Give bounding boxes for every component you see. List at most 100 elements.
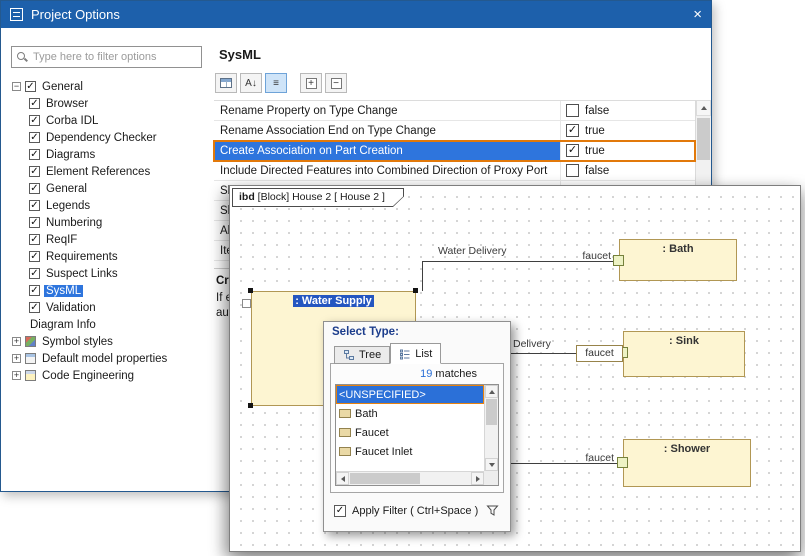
type-list: <UNSPECIFIED> Bath Faucet Faucet Inlet <box>335 384 499 486</box>
filter-options-box[interactable] <box>11 46 202 68</box>
checkbox[interactable]: ✓ <box>25 81 36 92</box>
scroll-right-button[interactable] <box>471 472 484 485</box>
tree-item-code-engineering[interactable]: + Code Engineering <box>9 367 209 384</box>
tree-item-diagrams[interactable]: ✓ Diagrams <box>9 146 209 163</box>
categorized-view-button[interactable] <box>215 73 237 93</box>
tab-label: Tree <box>359 349 381 361</box>
scroll-down-button[interactable] <box>485 458 498 471</box>
collapse-icon[interactable]: − <box>12 82 21 91</box>
tree-item-browser[interactable]: ✓ Browser <box>9 95 209 112</box>
scroll-left-button[interactable] <box>336 472 349 485</box>
option-row-create-association[interactable]: Create Association on Part Creation ✓ tr… <box>214 141 695 161</box>
checkbox[interactable]: ✓ <box>566 124 579 137</box>
options-toolbar: A↓ ≡ + − <box>215 73 347 93</box>
part-name-editing[interactable]: : Water Supply <box>293 295 374 307</box>
tree-item-sysml[interactable]: ✓ SysML <box>9 282 209 299</box>
checkbox[interactable]: ✓ <box>29 251 40 262</box>
connector-water-delivery-bath[interactable] <box>422 261 423 291</box>
port-faucet-shower[interactable] <box>617 457 628 468</box>
list-horizontal-scrollbar[interactable] <box>336 471 484 485</box>
checkbox[interactable]: ✓ <box>29 149 40 160</box>
list-item-bath[interactable]: Bath <box>336 404 484 423</box>
tree-item-corba-idl[interactable]: ✓ Corba IDL <box>9 112 209 129</box>
tree-item-validation[interactable]: ✓ Validation <box>9 299 209 316</box>
expand-icon[interactable]: + <box>12 371 21 380</box>
port-label[interactable]: faucet <box>572 452 614 464</box>
list-item-faucet[interactable]: Faucet <box>336 423 484 442</box>
checkbox[interactable]: ✓ <box>29 268 40 279</box>
tree-item-element-references[interactable]: ✓ Element References <box>9 163 209 180</box>
diagram-frame-header[interactable]: ibd [Block] House 2 [ House 2 ] <box>232 188 404 207</box>
search-icon <box>17 52 28 63</box>
checkbox[interactable]: ✓ <box>29 234 40 245</box>
dialog-title-bar[interactable]: Project Options × <box>1 1 711 28</box>
tree-item-reqif[interactable]: ✓ ReqIF <box>9 231 209 248</box>
expand-icon[interactable]: + <box>12 354 21 363</box>
tree-item-numbering[interactable]: ✓ Numbering <box>9 214 209 231</box>
option-row[interactable]: Rename Property on Type Change false <box>214 101 695 121</box>
tree-item-general-root[interactable]: − ✓ General <box>9 78 209 95</box>
part-sink[interactable]: : Sink <box>623 331 745 377</box>
port-label-box[interactable]: faucet <box>576 345 623 362</box>
tab-list[interactable]: List <box>390 343 441 364</box>
screen: Project Options × − ✓ General ✓ Browser <box>0 0 805 556</box>
option-property: Rename Property on Type Change <box>214 101 560 120</box>
part-bath[interactable]: : Bath <box>619 239 737 281</box>
connector-label[interactable]: Delivery <box>513 338 551 350</box>
part-shower[interactable]: : Shower <box>623 439 751 487</box>
collapse-all-button[interactable]: − <box>325 73 347 93</box>
checkbox[interactable]: ✓ <box>29 217 40 228</box>
selection-handle[interactable] <box>248 288 253 293</box>
tree-item-requirements[interactable]: ✓ Requirements <box>9 248 209 265</box>
tree-item-suspect-links[interactable]: ✓ Suspect Links <box>9 265 209 282</box>
filter-input[interactable] <box>33 51 196 63</box>
checkbox[interactable]: ✓ <box>29 132 40 143</box>
close-icon[interactable]: × <box>693 7 702 22</box>
tree-item-label: SysML <box>44 285 83 297</box>
tree-item-default-model-properties[interactable]: + Default model properties <box>9 350 209 367</box>
checkbox[interactable] <box>566 104 579 117</box>
apply-filter-checkbox[interactable]: ✓ <box>334 505 346 517</box>
checkbox[interactable]: ✓ <box>29 200 40 211</box>
tree-item-symbol-styles[interactable]: + Symbol styles <box>9 333 209 350</box>
scrollbar-thumb[interactable] <box>697 118 710 160</box>
expand-all-button[interactable]: + <box>300 73 322 93</box>
tree-item-label: Numbering <box>44 217 104 229</box>
expand-icon[interactable]: + <box>12 337 21 346</box>
tree-item-diagram-info[interactable]: Diagram Info <box>9 316 209 333</box>
tab-tree[interactable]: Tree <box>334 346 390 364</box>
checkbox[interactable]: ✓ <box>29 98 40 109</box>
show-description-button[interactable]: ≡ <box>265 73 287 93</box>
block-icon <box>339 447 351 456</box>
scrollbar-thumb[interactable] <box>486 399 497 425</box>
tree-item-general[interactable]: ✓ General <box>9 180 209 197</box>
checkbox[interactable]: ✓ <box>29 115 40 126</box>
symbol-styles-icon <box>25 336 36 347</box>
scrollbar-thumb[interactable] <box>350 473 420 484</box>
checkbox[interactable]: ✓ <box>566 144 579 157</box>
checkbox[interactable]: ✓ <box>29 285 40 296</box>
list-item-unspecified[interactable]: <UNSPECIFIED> <box>336 385 484 404</box>
connector-label[interactable]: Water Delivery <box>438 245 506 257</box>
checkbox[interactable]: ✓ <box>29 166 40 177</box>
list-vertical-scrollbar[interactable] <box>484 385 498 471</box>
port-faucet-bath[interactable] <box>613 255 624 266</box>
checkbox[interactable]: ✓ <box>29 183 40 194</box>
checkbox[interactable] <box>566 164 579 177</box>
selection-handle[interactable] <box>413 288 418 293</box>
selection-handle[interactable] <box>248 403 253 408</box>
tree-item-dependency-checker[interactable]: ✓ Dependency Checker <box>9 129 209 146</box>
tree-item-legends[interactable]: ✓ Legends <box>9 197 209 214</box>
sort-alphabetically-button[interactable]: A↓ <box>240 73 262 93</box>
port-label[interactable]: faucet <box>569 250 611 262</box>
scroll-up-button[interactable] <box>485 385 498 398</box>
filter-funnel-icon[interactable] <box>486 504 499 520</box>
option-row[interactable]: Rename Association End on Type Change ✓ … <box>214 121 695 141</box>
option-property: Rename Association End on Type Change <box>214 121 560 140</box>
arrow-up-icon <box>701 106 707 110</box>
scroll-up-button[interactable] <box>696 100 711 116</box>
checkbox[interactable]: ✓ <box>29 302 40 313</box>
option-row[interactable]: Include Directed Features into Combined … <box>214 161 695 181</box>
list-item-faucet-inlet[interactable]: Faucet Inlet <box>336 442 484 461</box>
compartment-toggle-icon[interactable] <box>242 299 251 308</box>
